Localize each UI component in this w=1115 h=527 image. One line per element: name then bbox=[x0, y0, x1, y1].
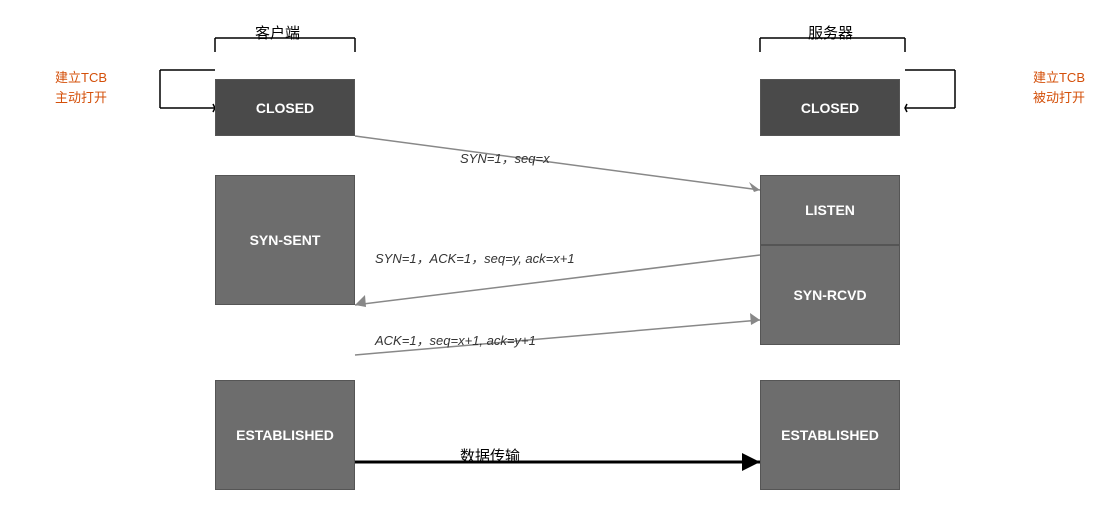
listen-box: LISTEN bbox=[760, 175, 900, 245]
data-transfer-label: 数据传输 bbox=[460, 445, 520, 466]
client-established-box: ESTABLISHED bbox=[215, 380, 355, 490]
arrow1-label: SYN=1，seq=x bbox=[460, 148, 550, 167]
server-closed-box: CLOSED bbox=[760, 79, 900, 136]
client-header: 客户端 bbox=[255, 22, 300, 43]
arrow3-label: ACK=1，seq=x+1, ack=y+1 bbox=[375, 330, 536, 349]
diagram-container: 客户端 服务器 建立TCB 主动打开 建立TCB 被动打开 CLOSED CLO… bbox=[0, 0, 1115, 527]
client-closed-box: CLOSED bbox=[215, 79, 355, 136]
arrow2-label: SYN=1，ACK=1，seq=y, ack=x+1 bbox=[375, 248, 575, 267]
right-note: 建立TCB 被动打开 bbox=[1033, 68, 1085, 107]
server-established-box: ESTABLISHED bbox=[760, 380, 900, 490]
syn-sent-box: SYN-SENT bbox=[215, 175, 355, 305]
left-note: 建立TCB 主动打开 bbox=[55, 68, 107, 107]
server-header: 服务器 bbox=[808, 22, 853, 43]
syn-rcvd-box: SYN-RCVD bbox=[760, 245, 900, 345]
